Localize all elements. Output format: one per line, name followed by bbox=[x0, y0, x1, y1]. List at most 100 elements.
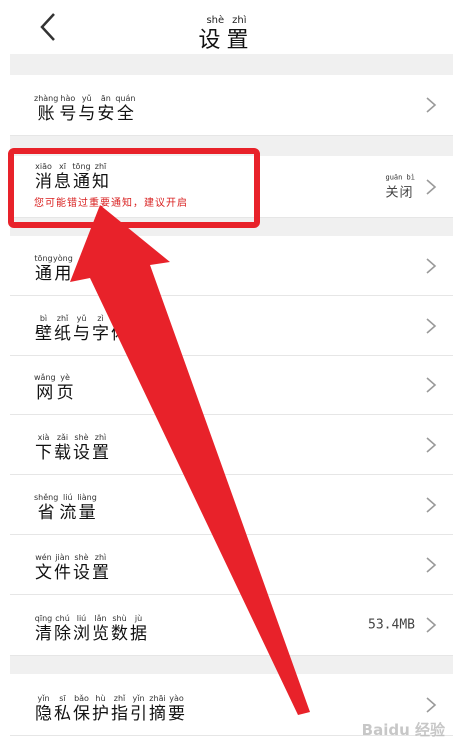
pinyin: shè bbox=[74, 433, 89, 442]
row-label: tōng 通 yòng 用 bbox=[34, 254, 73, 285]
settings-row-clear-data[interactable]: qīng 清 chú 除 liú 浏 lǎn 览 shù 数 jù 据 53.4MB bbox=[10, 595, 453, 656]
row-label-char: liú 浏 bbox=[72, 614, 91, 645]
settings-row-file[interactable]: wén 文 jiàn 件 shè 设 zhì 置 bbox=[10, 535, 453, 595]
hanzi: 流 bbox=[59, 503, 77, 523]
pinyin: shù bbox=[112, 614, 127, 623]
hanzi: 纸 bbox=[54, 324, 71, 344]
row-value-text: 关闭 bbox=[385, 185, 414, 200]
chevron-right-icon bbox=[426, 696, 437, 713]
chevron-right-icon bbox=[426, 617, 437, 633]
row-value-pinyin: guān bì bbox=[385, 173, 415, 181]
pinyin: lǎn bbox=[94, 614, 107, 623]
row-label: yǐn 隐 sī 私 bǎo 保 hù 护 zhǐ 指 yǐn 引 zhāi 摘 yào 要 bbox=[34, 694, 186, 725]
pinyin: xià bbox=[37, 433, 50, 442]
hanzi: 设 bbox=[73, 443, 90, 463]
watermark: Baidu 经验 bbox=[361, 721, 445, 739]
hanzi: 全 bbox=[116, 104, 134, 124]
row-label-char: zhāi 摘 bbox=[148, 694, 167, 725]
row-label-char: 体 bbox=[110, 314, 129, 345]
hanzi: 护 bbox=[92, 704, 109, 724]
pinyin: ān bbox=[100, 94, 111, 103]
settings-row-general[interactable]: tōng 通 yòng 用 bbox=[10, 236, 453, 296]
pinyin: shè bbox=[74, 553, 89, 562]
hanzi: 清 bbox=[35, 624, 52, 644]
settings-row-data-saver[interactable]: shěng 省 liú 流 liàng 量 bbox=[10, 475, 453, 535]
row-label-char: zhǐ 纸 bbox=[53, 314, 72, 345]
row-label: shěng 省 liú 流 liàng 量 bbox=[34, 493, 97, 524]
page-title: shè zhì 设置 bbox=[0, 8, 453, 55]
row-label-char: yào 要 bbox=[167, 694, 186, 725]
pinyin: wén bbox=[35, 553, 52, 562]
settings-row-account[interactable]: zhàng 账 hào 号 yǔ 与 ān 安 quán 全 bbox=[10, 75, 453, 136]
row-label-char: zhì 置 bbox=[91, 433, 110, 464]
row-label-char: yè 页 bbox=[56, 373, 75, 404]
hanzi: 览 bbox=[92, 624, 109, 644]
pinyin: yǔ bbox=[76, 314, 87, 323]
row-label-char: chú 除 bbox=[53, 614, 72, 645]
hanzi: 摘 bbox=[149, 704, 166, 724]
row-label-char: liú 流 bbox=[58, 493, 77, 524]
row-label-char: zì 字 bbox=[91, 314, 110, 345]
hanzi: 文 bbox=[35, 563, 52, 583]
pinyin: hù bbox=[95, 694, 106, 703]
pinyin: liú bbox=[63, 493, 73, 502]
chevron-right-icon bbox=[426, 317, 437, 334]
section-gap bbox=[10, 54, 453, 75]
row-label-char: hào 号 bbox=[58, 94, 77, 125]
row-label-char: yòng 用 bbox=[53, 254, 73, 285]
hanzi: 据 bbox=[130, 624, 147, 644]
hanzi: 页 bbox=[56, 383, 74, 403]
hanzi: 置 bbox=[92, 563, 109, 583]
hanzi: 载 bbox=[54, 443, 71, 463]
pinyin: zhāi bbox=[149, 694, 166, 703]
hanzi: 私 bbox=[54, 704, 71, 724]
chevron-right-icon bbox=[426, 257, 437, 274]
pinyin: yào bbox=[169, 694, 184, 703]
pinyin: zì bbox=[97, 314, 104, 323]
hanzi: 下 bbox=[35, 443, 52, 463]
pinyin: yǔ bbox=[81, 94, 92, 103]
row-label-char: shù 数 bbox=[110, 614, 129, 645]
settings-row-wallpaper-font[interactable]: bì 壁 zhǐ 纸 yǔ 与 zì 字体 bbox=[10, 296, 453, 356]
pinyin: yǐn bbox=[132, 694, 145, 703]
chevron-right-icon bbox=[426, 436, 437, 453]
row-value: 53.4MB bbox=[368, 617, 415, 633]
settings-row-download[interactable]: xià 下 zǎi 载 shè 设 zhì 置 bbox=[10, 415, 453, 475]
highlight-box bbox=[8, 148, 260, 228]
row-label-char: shěng 省 bbox=[34, 493, 58, 524]
row-label-char: yǐn 引 bbox=[129, 694, 148, 725]
row-label-char: yǔ 与 bbox=[72, 314, 91, 345]
section-gap bbox=[10, 656, 453, 674]
hanzi: 省 bbox=[37, 503, 55, 523]
row-label-char: liàng 量 bbox=[77, 493, 97, 524]
hanzi: 设 bbox=[73, 563, 90, 583]
row-label: xià 下 zǎi 载 shè 设 zhì 置 bbox=[34, 433, 110, 464]
row-label-char: bǎo 保 bbox=[72, 694, 91, 725]
row-label-char: zhàng 账 bbox=[34, 94, 58, 125]
pinyin: yǐn bbox=[37, 694, 50, 703]
row-label-char: yǔ 与 bbox=[77, 94, 96, 125]
hanzi: 保 bbox=[73, 704, 90, 724]
row-label-char: quán 全 bbox=[115, 94, 135, 125]
hanzi: 数 bbox=[111, 624, 128, 644]
hanzi: 件 bbox=[54, 563, 71, 583]
pinyin: zhǐ bbox=[113, 694, 126, 703]
pinyin: zhì bbox=[94, 553, 107, 562]
row-label-char: jù 据 bbox=[129, 614, 148, 645]
hanzi: 除 bbox=[54, 624, 71, 644]
hanzi: 安 bbox=[97, 104, 115, 124]
pinyin: bǎo bbox=[74, 694, 89, 703]
settings-row-webpage[interactable]: wǎng 网 yè 页 bbox=[10, 356, 453, 415]
pinyin: wǎng bbox=[34, 373, 56, 382]
pinyin: jiàn bbox=[55, 553, 70, 562]
hanzi: 用 bbox=[54, 264, 72, 284]
hanzi: 引 bbox=[130, 704, 147, 724]
row-label-char: bì 壁 bbox=[34, 314, 53, 345]
pinyin: zhàng bbox=[34, 94, 59, 103]
row-label-char: ān 安 bbox=[96, 94, 115, 125]
hanzi: 通 bbox=[35, 264, 52, 284]
pinyin: chú bbox=[55, 614, 70, 623]
row-label: wǎng 网 yè 页 bbox=[34, 373, 75, 404]
pinyin: bì bbox=[39, 314, 48, 323]
hanzi: 网 bbox=[36, 383, 54, 403]
